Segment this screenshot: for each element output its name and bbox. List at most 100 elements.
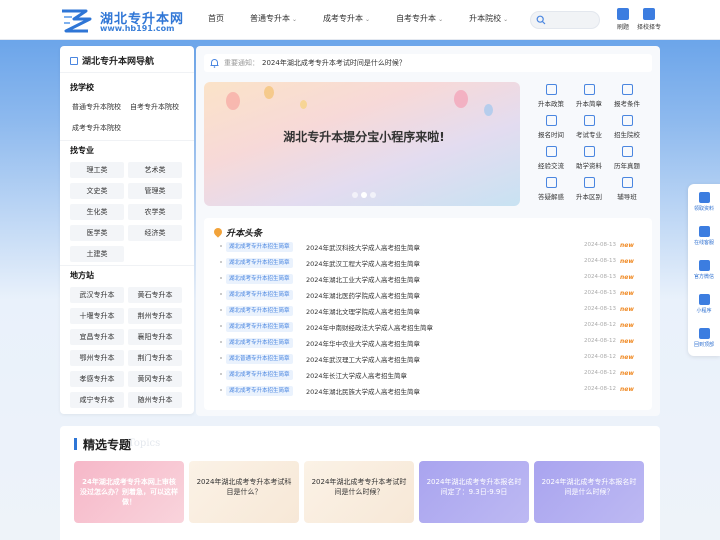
quick-link[interactable]: 招生院校 [608, 115, 646, 139]
news-headline[interactable]: 2024年湖北医药学院成人高考招生简章 [306, 290, 420, 300]
topic-card[interactable]: 2024年湖北成考专升本报名时间定了：9.3日-9.9日 [419, 461, 529, 523]
sidebar-school-link[interactable]: 普通专升本院校 [72, 102, 121, 112]
news-headline[interactable]: 2024年武汉理工大学成人高考招生简章 [306, 354, 420, 364]
carousel-dot[interactable] [370, 192, 376, 198]
news-row[interactable]: 湖北普通专升本招生简章 2024年武汉理工大学成人高考招生简章 2024-08-12… [220, 352, 646, 366]
float-bar-item[interactable]: 领取资料 [688, 192, 720, 212]
news-tag[interactable]: 湖北普通专升本招生简章 [226, 354, 293, 364]
news-row[interactable]: 湖北成考专升本招生简章 2024年中南财经政法大学成人高考招生简章 2024-08-… [220, 320, 646, 334]
sidebar-school-link[interactable]: 自考专升本院校 [130, 102, 179, 112]
float-bar-label: 小程序 [696, 308, 712, 314]
sidebar-pill-item[interactable]: 随州专升本 [128, 392, 182, 408]
float-bar-item[interactable]: 小程序 [688, 294, 720, 314]
news-headline[interactable]: 2024年华中农业大学成人高考招生简章 [306, 338, 420, 348]
nav-item-0[interactable]: 首页 [208, 13, 224, 24]
quick-link[interactable]: 答疑解惑 [532, 177, 570, 201]
news-row[interactable]: 湖北成考专升本招生简章 2024年华中农业大学成人高考招生简章 2024-08-12… [220, 336, 646, 350]
chevron-down-icon: ⌄ [292, 16, 298, 23]
sidebar-pill-item[interactable]: 襄阳专升本 [128, 329, 182, 345]
carousel-dot[interactable] [361, 192, 367, 198]
float-bar-item[interactable]: 在线客服 [688, 226, 720, 246]
topic-card[interactable]: 2024年湖北成考专升本报名时间是什么时候？ [534, 461, 644, 523]
float-bar-item[interactable]: 回到顶部 [688, 328, 720, 348]
news-headline[interactable]: 2024年湖北文理学院成人高考招生简章 [306, 306, 420, 316]
sidebar-pill-item[interactable]: 艺术类 [128, 162, 182, 178]
news-headline[interactable]: 2024年中南财经政法大学成人高考招生简章 [306, 322, 433, 332]
vs-icon [583, 177, 595, 188]
news-tag[interactable]: 湖北成考专升本招生简章 [226, 370, 293, 380]
news-headline[interactable]: 2024年湖北工业大学成人高考招生简章 [306, 274, 420, 284]
quick-link[interactable]: 经验交流 [532, 146, 570, 170]
news-row[interactable]: 湖北成考专升本招生简章 2024年湖北文理学院成人高考招生简章 2024-08-13… [220, 304, 646, 318]
sidebar-pill-item[interactable]: 农学类 [128, 204, 182, 220]
sidebar-pill-item[interactable]: 理工类 [70, 162, 124, 178]
search-input[interactable] [549, 14, 595, 26]
chat-icon [545, 146, 557, 157]
quick-link[interactable]: 辅导班 [608, 177, 646, 201]
sidebar-pill-item[interactable]: 孝感专升本 [70, 371, 124, 387]
sidebar-pill-item[interactable]: 黄冈专升本 [128, 371, 182, 387]
banner-carousel[interactable]: 湖北专升本提分宝小程序来啦! [204, 82, 520, 206]
news-row[interactable]: 湖北成考专升本招生简章 2024年武汉工程大学成人高考招生简章 2024-08-13… [220, 256, 646, 270]
sidebar-pill-item[interactable]: 文史类 [70, 183, 124, 199]
sidebar-pill-item[interactable]: 荆州专升本 [128, 308, 182, 324]
quick-link[interactable]: 报考条件 [608, 84, 646, 108]
topic-card[interactable]: 2024年湖北成考专升本考试时间是什么时候？ [304, 461, 414, 523]
quick-link[interactable]: 升本简章 [570, 84, 608, 108]
notice-text[interactable]: 2024年湖北成考专升本考试时间是什么时候？ [262, 54, 406, 72]
carousel-dot[interactable] [352, 192, 358, 198]
news-headline[interactable]: 2024年武汉工程大学成人高考招生简章 [306, 258, 420, 268]
sidebar-pill-item[interactable]: 黄石专升本 [128, 287, 182, 303]
quiz-tool[interactable]: 刷题 [610, 8, 636, 31]
news-tag[interactable]: 湖北成考专升本招生简章 [226, 242, 293, 252]
news-headline[interactable]: 2024年长江大学成人高考招生简章 [306, 370, 407, 380]
news-row[interactable]: 湖北成考专升本招生简章 2024年湖北工业大学成人高考招生简章 2024-08-13… [220, 272, 646, 286]
news-headline[interactable]: 2024年湖北民族大学成人高考招生简章 [306, 386, 420, 396]
quick-link[interactable]: 报名时间 [532, 115, 570, 139]
topic-card[interactable]: 2024年湖北成考专升本考试科目是什么？ [189, 461, 299, 523]
news-tag[interactable]: 湖北成考专升本招生简章 [226, 290, 293, 300]
news-tag[interactable]: 湖北成考专升本招生简章 [226, 386, 293, 396]
quick-link[interactable]: 助学资料 [570, 146, 608, 170]
news-tag[interactable]: 湖北成考专升本招生简章 [226, 306, 293, 316]
news-date: 2024-08-13 [584, 242, 616, 248]
choose-school-tool[interactable]: 择校择专 [636, 8, 662, 31]
quick-link[interactable]: 考试专业 [570, 115, 608, 139]
site-logo[interactable]: 湖北专升本网 www.hb191.com [60, 6, 183, 36]
quick-link[interactable]: 历年真题 [608, 146, 646, 170]
float-bar-item[interactable]: 官方微信 [688, 260, 720, 280]
sidebar-pill-item[interactable]: 土建类 [70, 246, 124, 262]
quick-link[interactable]: 升本政策 [532, 84, 570, 108]
news-date: 2024-08-13 [584, 274, 616, 280]
sidebar-pill-item[interactable]: 荆门专升本 [128, 350, 182, 366]
sidebar-pill-item[interactable]: 医学类 [70, 225, 124, 241]
news-tag[interactable]: 湖北成考专升本招生简章 [226, 338, 293, 348]
search-box[interactable] [530, 11, 600, 29]
quick-link[interactable]: 升本区别 [570, 177, 608, 201]
news-row[interactable]: 湖北成考专升本招生简章 2024年武汉科技大学成人高考招生简章 2024-08-13… [220, 240, 646, 254]
news-tag[interactable]: 湖北成考专升本招生简章 [226, 258, 293, 268]
sidebar-pill-item[interactable]: 鄂州专升本 [70, 350, 124, 366]
news-row[interactable]: 湖北成考专升本招生简章 2024年湖北医药学院成人高考招生简章 2024-08-13… [220, 288, 646, 302]
notice-bar[interactable]: 重要通知： 2024年湖北成考专升本考试时间是什么时候？ [204, 54, 652, 72]
major-icon [583, 115, 595, 126]
sidebar-pill-item[interactable]: 管理类 [128, 183, 182, 199]
sidebar-pill-item[interactable]: 经济类 [128, 225, 182, 241]
sidebar-pill-item[interactable]: 十堰专升本 [70, 308, 124, 324]
news-tag[interactable]: 湖北成考专升本招生简章 [226, 322, 293, 332]
nav-item-4[interactable]: 升本院校 ⌄ [469, 13, 508, 24]
nav-item-1[interactable]: 普通专升本 ⌄ [250, 13, 297, 24]
news-tag[interactable]: 湖北成考专升本招生简章 [226, 274, 293, 284]
news-row[interactable]: 湖北成考专升本招生简章 2024年湖北民族大学成人高考招生简章 2024-08-12… [220, 384, 646, 398]
sidebar-school-link[interactable]: 成考专升本院校 [72, 123, 121, 133]
flame-icon [212, 226, 224, 238]
topic-card[interactable]: 24年湖北成考专升本网上审核没过怎么办？别着急，可以这样做！ [74, 461, 184, 523]
sidebar-pill-item[interactable]: 宜昌专升本 [70, 329, 124, 345]
news-row[interactable]: 湖北成考专升本招生简章 2024年长江大学成人高考招生简章 2024-08-12 ne… [220, 368, 646, 382]
sidebar-pill-item[interactable]: 武汉专升本 [70, 287, 124, 303]
sidebar-pill-item[interactable]: 生化类 [70, 204, 124, 220]
nav-item-3[interactable]: 自考专升本 ⌄ [396, 13, 443, 24]
sidebar-pill-item[interactable]: 咸宁专升本 [70, 392, 124, 408]
nav-item-2[interactable]: 成考专升本 ⌄ [323, 13, 370, 24]
news-headline[interactable]: 2024年武汉科技大学成人高考招生简章 [306, 242, 420, 252]
